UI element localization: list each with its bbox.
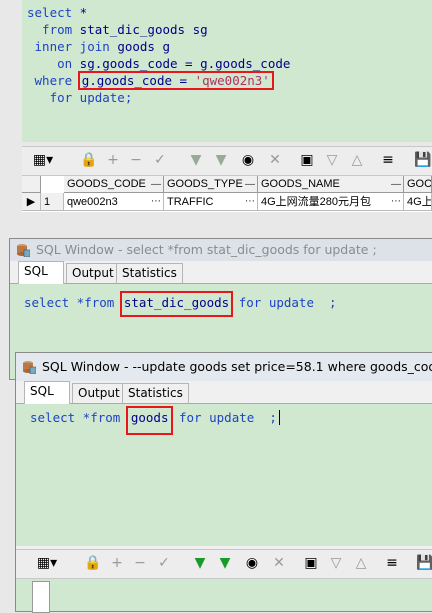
grid-select-icon[interactable]: ▦▾: [32, 152, 54, 168]
save-icon[interactable]: 💾: [414, 152, 431, 168]
code-line: select *from goods for update ;: [30, 406, 280, 435]
sort-up-icon[interactable]: △: [349, 152, 365, 168]
window-title: SQL Window - --update goods set price=58…: [42, 359, 432, 374]
window-title-bar[interactable]: SQL Window - select *from stat_dic_goods…: [10, 239, 432, 261]
database-icon: [17, 244, 30, 257]
tab-sql[interactable]: SQL: [24, 381, 70, 404]
add-record-icon[interactable]: +: [109, 555, 125, 571]
cell-goods-name[interactable]: 4G上网流量280元月包 ⋯: [258, 193, 404, 211]
code-line-4: on sg.goods_code = g.goods_code: [27, 56, 291, 71]
grid-header-goods-name[interactable]: GOODS_NAME ―: [258, 176, 404, 193]
fetch-next-icon[interactable]: ▼: [192, 555, 208, 571]
cell-goods-code[interactable]: qwe002n3 ⋯: [64, 193, 164, 211]
code-line-2: from stat_dic_goods sg: [27, 22, 208, 37]
row-number: 1: [41, 193, 64, 211]
export-icon[interactable]: ▣: [303, 555, 319, 571]
cell-extra[interactable]: 4G上: [404, 193, 432, 211]
sql-window-2: SQL Window - --update goods set price=58…: [15, 352, 432, 613]
sort-down-icon[interactable]: ▽: [324, 152, 340, 168]
tab-statistics[interactable]: Statistics: [116, 263, 183, 283]
code-line-5: where g.goods_code = 'qwe002n3': [27, 71, 274, 90]
tree-view-icon[interactable]: ≡: [380, 152, 396, 168]
tab-sql[interactable]: SQL: [18, 261, 64, 284]
top-sql-editor[interactable]: select * from stat_dic_goods sg inner jo…: [22, 0, 432, 142]
window-title-bar[interactable]: SQL Window - --update goods set price=58…: [16, 353, 432, 381]
binoculars-icon[interactable]: ◉: [244, 555, 260, 571]
window-tabs: SQL Output Statistics: [10, 261, 432, 284]
save-icon[interactable]: 💾: [416, 555, 432, 571]
add-record-icon[interactable]: +: [105, 152, 121, 168]
clear-icon[interactable]: ✕: [271, 555, 287, 571]
where-condition-highlight: g.goods_code = 'qwe002n3': [77, 71, 274, 90]
result-grid-toolbar: ▦▾ 🔒 + − ✓ ▼ ▼ ◉ ✕ ▣ ▽ △ ≡ 💾: [22, 146, 432, 176]
code-line-3: inner join goods g: [27, 39, 171, 54]
delete-record-icon[interactable]: −: [128, 152, 144, 168]
cell-goods-type[interactable]: TRAFFIC ⋯: [164, 193, 258, 211]
fetch-next-icon[interactable]: ▼: [188, 152, 204, 168]
clear-icon[interactable]: ✕: [267, 152, 283, 168]
code-line-1: select *: [27, 5, 88, 20]
grid-header-extra[interactable]: GOC: [404, 176, 432, 193]
window-title: SQL Window - select *from stat_dic_goods…: [36, 242, 377, 257]
tab-output[interactable]: Output: [66, 263, 120, 283]
row-indicator: ▶: [22, 193, 41, 211]
sort-down-icon[interactable]: ▽: [328, 555, 344, 571]
code-line: select *from stat_dic_goods for update ;: [24, 291, 337, 317]
code-line-6: for update;: [27, 90, 133, 105]
fetch-last-icon[interactable]: ▼: [217, 555, 233, 571]
grid-corner: [22, 176, 41, 193]
text-cursor: [278, 410, 280, 425]
sort-up-icon[interactable]: △: [353, 555, 369, 571]
lock-icon[interactable]: 🔒: [84, 555, 101, 571]
grid-select-icon[interactable]: ▦▾: [36, 555, 58, 571]
grid-corner: [32, 581, 50, 613]
tab-output[interactable]: Output: [72, 383, 126, 403]
table-name-highlight: stat_dic_goods: [119, 291, 234, 317]
result-grid: GOODS_CODE ― GOODS_TYPE ― GOODS_NAME ― GOC …: [22, 176, 432, 212]
post-changes-icon[interactable]: ✓: [156, 555, 172, 571]
lock-icon[interactable]: 🔒: [80, 152, 97, 168]
table-name-highlight: goods: [125, 406, 174, 435]
window-tabs: SQL Output Statistics: [16, 381, 432, 404]
result-grid-toolbar: ▦▾ 🔒 + − ✓ ▼ ▼ ◉ ✕ ▣ ▽ △ ≡ 💾: [16, 549, 432, 579]
tree-view-icon[interactable]: ≡: [384, 555, 400, 571]
empty-result-grid: [16, 579, 432, 613]
grid-header-goods-type[interactable]: GOODS_TYPE ―: [164, 176, 258, 193]
sql-editor[interactable]: select *from goods for update ;: [16, 404, 432, 546]
binoculars-icon[interactable]: ◉: [240, 152, 256, 168]
fetch-last-icon[interactable]: ▼: [213, 152, 229, 168]
post-changes-icon[interactable]: ✓: [152, 152, 168, 168]
delete-record-icon[interactable]: −: [132, 555, 148, 571]
tab-statistics[interactable]: Statistics: [122, 383, 189, 403]
database-icon: [23, 361, 36, 374]
export-icon[interactable]: ▣: [299, 152, 315, 168]
grid-header-goods-code[interactable]: GOODS_CODE ―: [64, 176, 164, 193]
